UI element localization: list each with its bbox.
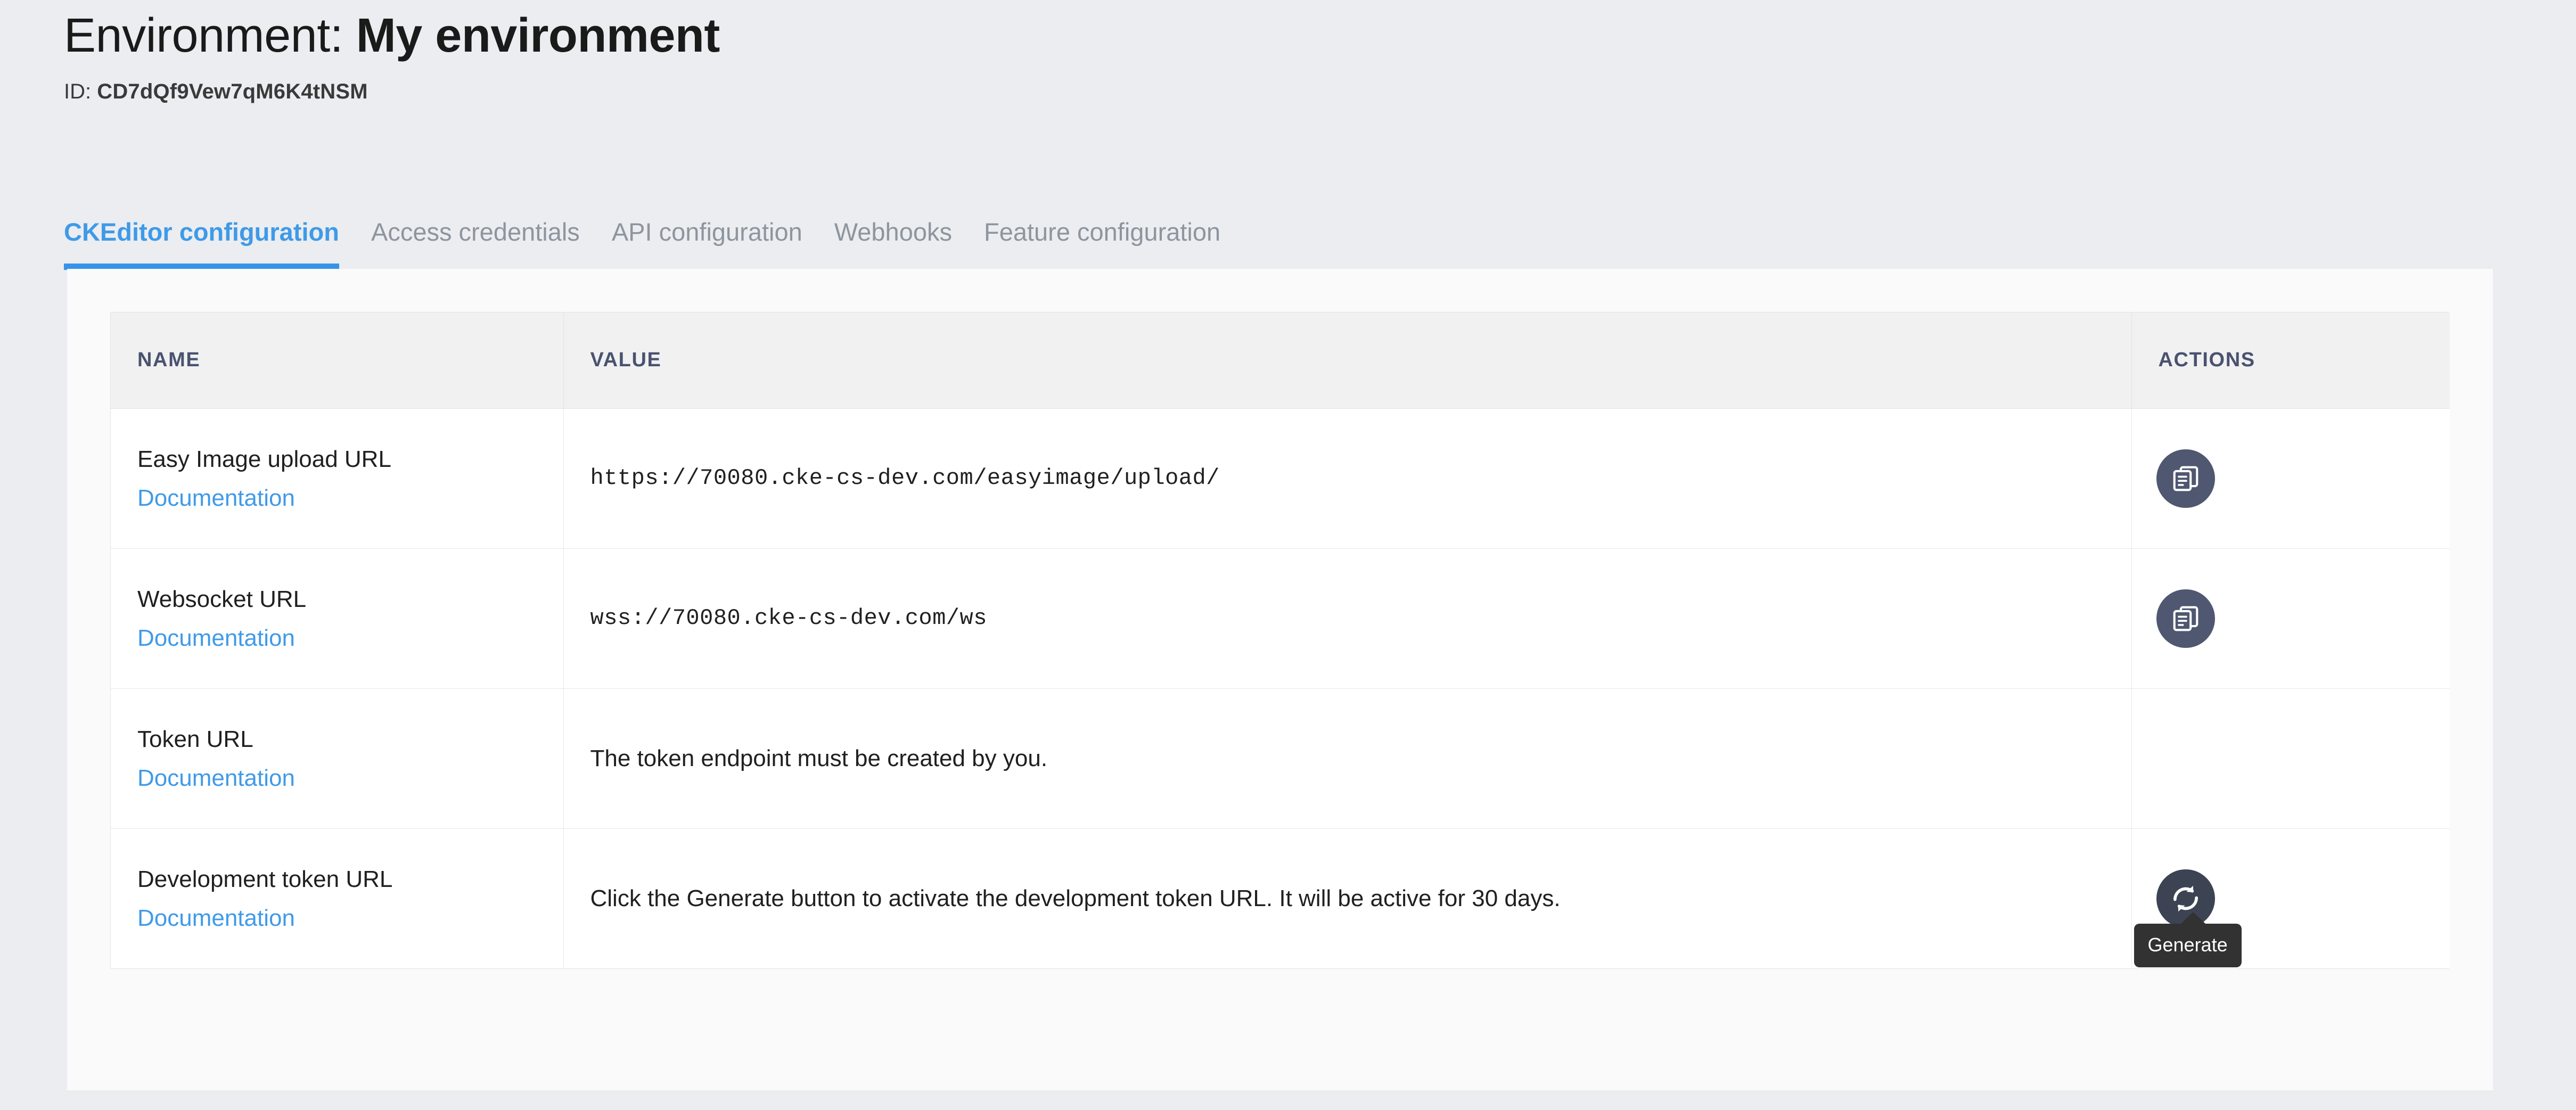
documentation-link[interactable]: Documentation <box>137 763 295 793</box>
refresh-icon <box>2169 882 2202 915</box>
table-head: NAME VALUE ACTIONS <box>111 313 2450 409</box>
table-body: Easy Image upload URL Documentation http… <box>111 408 2450 968</box>
row-label: Websocket URL <box>137 586 307 612</box>
table-row: Easy Image upload URL Documentation http… <box>111 408 2450 549</box>
row-value: https://70080.cke-cs-dev.com/easyimage/u… <box>590 465 1220 491</box>
row-value: Click the Generate button to activate th… <box>590 885 1561 911</box>
configuration-table: NAME VALUE ACTIONS Easy Image upload URL… <box>111 313 2450 968</box>
row-value-cell: The token endpoint must be created by yo… <box>563 688 2132 829</box>
row-actions-cell <box>2131 408 2450 549</box>
environment-id-value: CD7dQf9Vew7qM6K4tNSM <box>97 80 368 103</box>
copy-button[interactable] <box>2156 449 2215 508</box>
actions-wrapper: Generate <box>2132 829 2450 968</box>
row-actions-cell: Generate <box>2131 828 2450 968</box>
page-title-environment-name: My environment <box>356 9 720 62</box>
column-header-actions: ACTIONS <box>2131 313 2450 409</box>
environment-page: Environment: My environment ID: CD7dQf9V… <box>0 0 2576 1110</box>
table-row: Token URL Documentation The token endpoi… <box>111 688 2450 829</box>
configuration-card: NAME VALUE ACTIONS Easy Image upload URL… <box>67 269 2493 1090</box>
copy-icon <box>2170 463 2201 494</box>
table-header-row: NAME VALUE ACTIONS <box>111 313 2450 409</box>
tab-feature-configuration[interactable]: Feature configuration <box>968 217 1236 270</box>
row-label: Development token URL <box>137 866 393 892</box>
environment-id: ID: CD7dQf9Vew7qM6K4tNSM <box>64 80 2513 104</box>
configuration-table-container: NAME VALUE ACTIONS Easy Image upload URL… <box>110 312 2450 969</box>
row-value: wss://70080.cke-cs-dev.com/ws <box>590 605 987 631</box>
column-header-value: VALUE <box>563 313 2132 409</box>
tab-webhooks[interactable]: Webhooks <box>818 217 968 270</box>
copy-icon <box>2170 603 2201 634</box>
row-name-cell: Token URL Documentation <box>111 688 564 829</box>
page-title: Environment: My environment <box>64 12 2513 60</box>
row-actions-cell <box>2131 688 2450 829</box>
generate-tooltip: Generate <box>2134 911 2242 967</box>
page-header: Environment: My environment ID: CD7dQf9V… <box>64 12 2513 104</box>
row-name-cell: Websocket URL Documentation <box>111 548 564 689</box>
actions-wrapper <box>2132 549 2450 688</box>
row-name-cell: Easy Image upload URL Documentation <box>111 408 564 549</box>
row-actions-cell <box>2131 548 2450 689</box>
documentation-link[interactable]: Documentation <box>137 623 295 653</box>
page-title-prefix: Environment: <box>64 9 356 62</box>
row-label: Easy Image upload URL <box>137 446 391 472</box>
table-row: Websocket URL Documentation wss://70080.… <box>111 548 2450 689</box>
row-value-cell: https://70080.cke-cs-dev.com/easyimage/u… <box>563 408 2132 549</box>
row-value: The token endpoint must be created by yo… <box>590 745 1048 771</box>
environment-id-label: ID: <box>64 80 97 103</box>
row-value-cell: Click the Generate button to activate th… <box>563 828 2132 968</box>
actions-wrapper <box>2132 409 2450 548</box>
copy-button[interactable] <box>2156 589 2215 648</box>
column-header-name: NAME <box>111 313 564 409</box>
tab-ckeditor-configuration[interactable]: CKEditor configuration <box>64 217 355 270</box>
documentation-link[interactable]: Documentation <box>137 903 295 933</box>
tab-api-configuration[interactable]: API configuration <box>596 217 818 270</box>
row-value-cell: wss://70080.cke-cs-dev.com/ws <box>563 548 2132 689</box>
row-name-cell: Development token URL Documentation <box>111 828 564 968</box>
tab-access-credentials[interactable]: Access credentials <box>355 217 596 270</box>
table-row: Development token URL Documentation Clic… <box>111 828 2450 968</box>
tab-bar: CKEditor configuration Access credential… <box>64 198 1236 270</box>
documentation-link[interactable]: Documentation <box>137 483 295 513</box>
actions-wrapper <box>2132 689 2450 828</box>
row-label: Token URL <box>137 726 253 752</box>
